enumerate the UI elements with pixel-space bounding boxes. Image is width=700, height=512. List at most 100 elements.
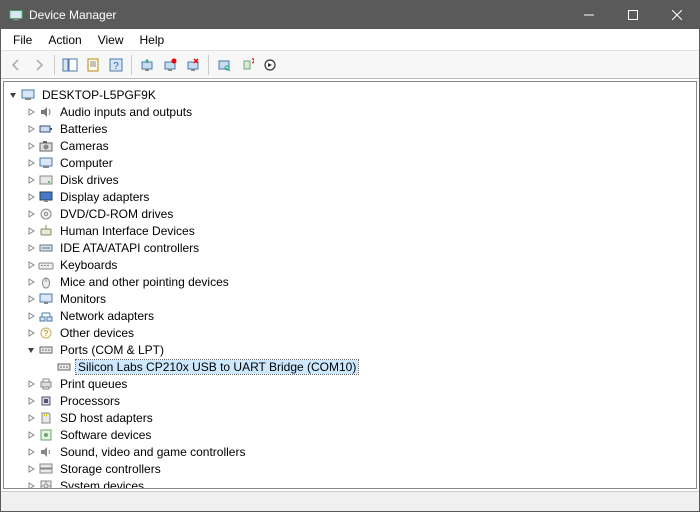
svg-text:?: ? bbox=[113, 61, 119, 72]
tree-item-cat-7[interactable]: Human Interface Devices bbox=[6, 222, 694, 239]
expander-icon[interactable] bbox=[24, 428, 38, 442]
expander-icon[interactable] bbox=[24, 139, 38, 153]
maximize-button[interactable] bbox=[611, 1, 655, 29]
tree-item-cat-0[interactable]: Audio inputs and outputs bbox=[6, 103, 694, 120]
tree-item-cat-16[interactable]: Processors bbox=[6, 392, 694, 409]
expander-icon[interactable] bbox=[24, 394, 38, 408]
tree-item-label: Audio inputs and outputs bbox=[58, 105, 194, 119]
tree-item-label: Other devices bbox=[58, 326, 136, 340]
expander-icon[interactable] bbox=[24, 309, 38, 323]
expander-icon[interactable] bbox=[24, 258, 38, 272]
device-tree[interactable]: DESKTOP-L5PGF9K Audio inputs and outputs… bbox=[3, 81, 697, 489]
expander-icon[interactable] bbox=[24, 479, 38, 490]
display-icon bbox=[38, 189, 54, 205]
tree-item-label: Batteries bbox=[58, 122, 109, 136]
update-driver-button[interactable] bbox=[136, 54, 158, 76]
window-title: Device Manager bbox=[29, 8, 567, 22]
expander-icon[interactable] bbox=[24, 173, 38, 187]
network-icon bbox=[38, 308, 54, 324]
tree-item-label: Mice and other pointing devices bbox=[58, 275, 231, 289]
tree-item-cat-17[interactable]: SD host adapters bbox=[6, 409, 694, 426]
tree-item-label: SD host adapters bbox=[58, 411, 155, 425]
expander-icon[interactable] bbox=[24, 343, 38, 357]
tree-item-root[interactable]: DESKTOP-L5PGF9K bbox=[6, 86, 694, 103]
tree-item-dev-14-0[interactable]: Silicon Labs CP210x USB to UART Bridge (… bbox=[6, 358, 694, 375]
cpu-icon bbox=[38, 393, 54, 409]
properties-button[interactable] bbox=[82, 54, 104, 76]
app-icon bbox=[9, 8, 23, 22]
tree-item-label: Print queues bbox=[58, 377, 129, 391]
storage-icon bbox=[38, 461, 54, 477]
monitor-icon bbox=[38, 291, 54, 307]
toolbar: ? ✕ bbox=[1, 51, 699, 79]
expander-icon[interactable] bbox=[24, 156, 38, 170]
expander-icon[interactable] bbox=[24, 122, 38, 136]
tree-item-cat-19[interactable]: Sound, video and game controllers bbox=[6, 443, 694, 460]
mouse-icon bbox=[38, 274, 54, 290]
expander-icon[interactable] bbox=[24, 105, 38, 119]
tree-item-cat-8[interactable]: IDE ATA/ATAPI controllers bbox=[6, 239, 694, 256]
svg-text:✕: ✕ bbox=[251, 58, 254, 66]
menu-action[interactable]: Action bbox=[40, 31, 89, 49]
help-button[interactable]: ? bbox=[105, 54, 127, 76]
expander-icon[interactable] bbox=[24, 445, 38, 459]
tree-item-label: Keyboards bbox=[58, 258, 119, 272]
expander-icon[interactable] bbox=[24, 377, 38, 391]
menu-file[interactable]: File bbox=[5, 31, 40, 49]
expander-icon[interactable] bbox=[24, 224, 38, 238]
expander-icon[interactable] bbox=[24, 411, 38, 425]
expander-icon[interactable] bbox=[24, 326, 38, 340]
tree-item-cat-18[interactable]: Software devices bbox=[6, 426, 694, 443]
menu-help[interactable]: Help bbox=[132, 31, 173, 49]
disk-icon bbox=[38, 172, 54, 188]
expander-icon[interactable] bbox=[24, 241, 38, 255]
tree-item-label: Monitors bbox=[58, 292, 108, 306]
battery-icon bbox=[38, 121, 54, 137]
tree-item-cat-6[interactable]: DVD/CD-ROM drives bbox=[6, 205, 694, 222]
system-icon bbox=[38, 478, 54, 490]
other-icon: ? bbox=[38, 325, 54, 341]
menu-view[interactable]: View bbox=[90, 31, 132, 49]
tree-item-cat-12[interactable]: Network adapters bbox=[6, 307, 694, 324]
tree-item-label: Cameras bbox=[58, 139, 111, 153]
expander-icon[interactable] bbox=[24, 207, 38, 221]
tree-item-cat-13[interactable]: ? Other devices bbox=[6, 324, 694, 341]
tree-item-label: Sound, video and game controllers bbox=[58, 445, 247, 459]
audio-icon bbox=[38, 104, 54, 120]
tree-item-cat-3[interactable]: Computer bbox=[6, 154, 694, 171]
expander-icon[interactable] bbox=[24, 462, 38, 476]
dvd-icon bbox=[38, 206, 54, 222]
tree-item-cat-21[interactable]: System devices bbox=[6, 477, 694, 489]
ide-icon bbox=[38, 240, 54, 256]
tree-item-label: Silicon Labs CP210x USB to UART Bridge (… bbox=[76, 360, 358, 374]
show-hide-console-button[interactable] bbox=[59, 54, 81, 76]
expander-icon[interactable] bbox=[24, 275, 38, 289]
software-icon bbox=[38, 427, 54, 443]
tree-item-cat-9[interactable]: Keyboards bbox=[6, 256, 694, 273]
tree-item-label: DVD/CD-ROM drives bbox=[58, 207, 175, 221]
add-legacy-hardware-button[interactable]: ✕ bbox=[236, 54, 258, 76]
statusbar bbox=[1, 491, 699, 511]
close-button[interactable] bbox=[655, 1, 699, 29]
tree-item-cat-20[interactable]: Storage controllers bbox=[6, 460, 694, 477]
uninstall-button[interactable] bbox=[159, 54, 181, 76]
tree-item-cat-11[interactable]: Monitors bbox=[6, 290, 694, 307]
minimize-button[interactable] bbox=[567, 1, 611, 29]
tree-item-cat-5[interactable]: Display adapters bbox=[6, 188, 694, 205]
tree-item-cat-14[interactable]: Ports (COM & LPT) bbox=[6, 341, 694, 358]
tree-item-cat-2[interactable]: Cameras bbox=[6, 137, 694, 154]
tree-item-label: DESKTOP-L5PGF9K bbox=[40, 88, 158, 102]
scan-hardware-button[interactable] bbox=[213, 54, 235, 76]
tree-item-cat-1[interactable]: Batteries bbox=[6, 120, 694, 137]
tree-item-cat-10[interactable]: Mice and other pointing devices bbox=[6, 273, 694, 290]
expander-icon[interactable] bbox=[24, 190, 38, 204]
disable-button[interactable] bbox=[182, 54, 204, 76]
tree-item-cat-4[interactable]: Disk drives bbox=[6, 171, 694, 188]
printer-icon bbox=[38, 376, 54, 392]
keyboard-icon bbox=[38, 257, 54, 273]
enable-button[interactable] bbox=[259, 54, 281, 76]
tree-item-cat-15[interactable]: Print queues bbox=[6, 375, 694, 392]
tree-item-label: Disk drives bbox=[58, 173, 121, 187]
expander-icon[interactable] bbox=[6, 88, 20, 102]
expander-icon[interactable] bbox=[24, 292, 38, 306]
